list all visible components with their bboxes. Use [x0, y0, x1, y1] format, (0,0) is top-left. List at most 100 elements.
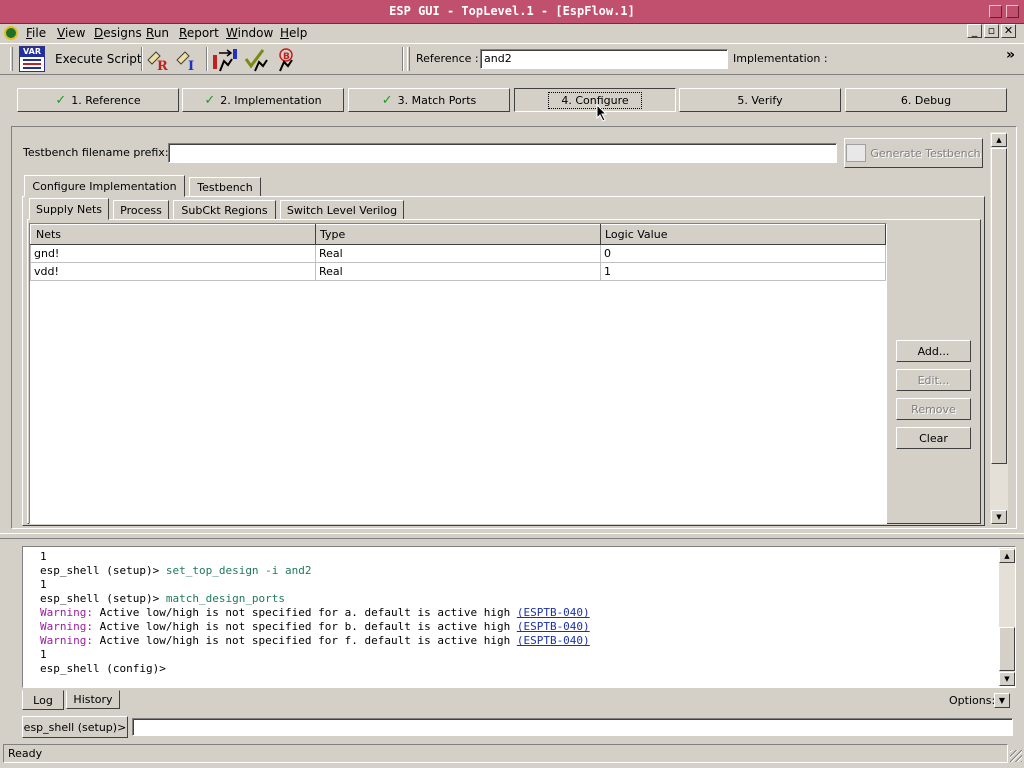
match-ports-icon[interactable]: [212, 47, 238, 73]
svg-text:R: R: [157, 59, 168, 72]
options-label: Options:: [949, 694, 996, 707]
scroll-up-arrow-icon[interactable]: ▲: [999, 549, 1015, 563]
toolbar-grip[interactable]: [407, 47, 410, 71]
configure-check-icon[interactable]: [243, 47, 269, 73]
cell-type: Real: [315, 244, 601, 263]
warning-line: Warning: Active low/high is not specifie…: [40, 606, 590, 619]
cell-logic-value: 0: [600, 244, 886, 263]
warning-code-link[interactable]: (ESPTB-040): [517, 620, 590, 633]
testbench-prefix-input[interactable]: [168, 143, 837, 163]
toolbar-separator: [402, 47, 404, 71]
scroll-thumb[interactable]: [991, 148, 1007, 464]
log-line: esp_shell (config)>: [40, 662, 166, 675]
menu-bar: File View Designs Run Report Window Help: [0, 24, 1024, 43]
add-button[interactable]: Add...: [896, 340, 971, 362]
log-line: 1: [40, 578, 47, 591]
cell-net: gnd!: [30, 244, 316, 263]
warning-code-link[interactable]: (ESPTB-040): [517, 634, 590, 647]
column-header-logic-value[interactable]: Logic Value: [600, 224, 886, 245]
table-row[interactable]: gnd! Real 0: [30, 244, 886, 263]
menu-report[interactable]: Report: [179, 26, 219, 40]
warning-line: Warning: Active low/high is not specifie…: [40, 620, 590, 633]
tab-history[interactable]: History: [66, 690, 120, 709]
reference-field[interactable]: and2: [480, 49, 728, 69]
title-bar: ESP GUI - TopLevel.1 - [EspFlow.1]: [0, 0, 1024, 24]
tab-supply-nets[interactable]: Supply Nets: [29, 198, 109, 220]
debug-icon[interactable]: B: [274, 47, 300, 73]
toolbar-separator: [206, 47, 208, 71]
cell-type: Real: [315, 262, 601, 281]
remove-button[interactable]: Remove: [896, 398, 971, 420]
window-title: ESP GUI - TopLevel.1 - [EspFlow.1]: [389, 4, 635, 18]
log-scroll-thumb[interactable]: [999, 627, 1015, 671]
app-logo-icon[interactable]: [4, 26, 18, 40]
testbench-prefix-label: Testbench filename prefix:: [23, 146, 169, 159]
shade-button[interactable]: [989, 5, 1002, 18]
toolbar-overflow-button[interactable]: »: [1006, 47, 1015, 63]
tab-process[interactable]: Process: [113, 200, 169, 220]
toolbar: VAR Execute Script R I B Reference : and…: [0, 43, 1024, 75]
load-reference-icon[interactable]: R: [146, 48, 170, 74]
log-line: esp_shell (setup)> match_design_ports: [40, 592, 286, 605]
tab-subckt-regions[interactable]: SubCkt Regions: [173, 200, 276, 220]
scroll-down-arrow-icon[interactable]: ▼: [999, 672, 1015, 686]
resize-grip-icon[interactable]: [1010, 750, 1022, 762]
step-implementation-button[interactable]: ✓ 2. Implementation: [182, 88, 344, 112]
options-dropdown-icon[interactable]: ▼: [994, 693, 1010, 708]
execute-script-button[interactable]: Execute Script: [55, 52, 142, 66]
tab-configure-implementation[interactable]: Configure Implementation: [24, 175, 185, 197]
menu-help[interactable]: Help: [280, 26, 307, 40]
shell-prompt-button[interactable]: esp_shell (setup)>: [22, 716, 128, 738]
generate-testbench-button[interactable]: Generate Testbench: [844, 138, 983, 168]
svg-text:I: I: [188, 59, 194, 72]
column-header-nets[interactable]: Nets: [30, 224, 316, 245]
table-row[interactable]: vdd! Real 1: [30, 262, 886, 281]
load-implementation-icon[interactable]: I: [175, 48, 199, 74]
step-reference-button[interactable]: ✓ 1. Reference: [17, 88, 179, 112]
mdi-restore-button[interactable]: ▫: [984, 24, 999, 38]
check-icon: ✓: [55, 92, 67, 108]
check-icon: ✓: [381, 92, 393, 108]
step-verify-button[interactable]: 5. Verify: [679, 88, 841, 112]
mdi-minimize-button[interactable]: _: [967, 24, 982, 38]
implementation-label: Implementation :: [733, 52, 828, 65]
menu-window[interactable]: Window: [226, 26, 273, 40]
supply-nets-table: Nets Type Logic Value gnd! Real 0 vdd! R…: [29, 223, 887, 524]
clear-button[interactable]: Clear: [896, 427, 971, 449]
column-header-type[interactable]: Type: [315, 224, 601, 245]
toolbar-separator: [141, 47, 143, 71]
step-debug-button[interactable]: 6. Debug: [845, 88, 1007, 112]
scroll-down-arrow-icon[interactable]: ▼: [991, 510, 1007, 524]
reference-label: Reference :: [416, 52, 479, 65]
svg-text:B: B: [283, 52, 290, 62]
status-bar: Ready: [3, 744, 1008, 763]
tab-testbench[interactable]: Testbench: [189, 177, 261, 197]
toolbar-grip[interactable]: [10, 47, 13, 71]
var-icon[interactable]: VAR: [19, 46, 45, 72]
menu-designs[interactable]: Designs: [94, 26, 142, 40]
log-line: 1: [40, 648, 47, 661]
cell-net: vdd!: [30, 262, 316, 281]
tab-log[interactable]: Log: [22, 690, 64, 710]
warning-code-link[interactable]: (ESPTB-040): [517, 606, 590, 619]
log-line: esp_shell (setup)> set_top_design -i and…: [40, 564, 312, 577]
step-match-ports-button[interactable]: ✓ 3. Match Ports: [348, 88, 510, 112]
testbench-icon: [846, 144, 867, 162]
mouse-cursor-icon: [596, 104, 608, 122]
shell-command-input[interactable]: [132, 718, 1013, 736]
menu-file[interactable]: File: [26, 26, 46, 40]
cell-logic-value: 1: [600, 262, 886, 281]
warning-line: Warning: Active low/high is not specifie…: [40, 634, 590, 647]
check-icon: ✓: [204, 92, 216, 108]
log-console[interactable]: 1 esp_shell (setup)> set_top_design -i a…: [22, 546, 1016, 688]
scroll-up-arrow-icon[interactable]: ▲: [991, 133, 1007, 147]
log-line: 1: [40, 550, 47, 563]
step-configure-button[interactable]: 4. Configure: [514, 88, 676, 112]
menu-view[interactable]: View: [57, 26, 85, 40]
window-menu-button[interactable]: [1006, 5, 1019, 18]
tab-switch-level-verilog[interactable]: Switch Level Verilog: [280, 200, 404, 220]
edit-button[interactable]: Edit...: [896, 369, 971, 391]
mdi-close-button[interactable]: ✕: [1001, 24, 1016, 38]
pane-splitter[interactable]: [0, 533, 1024, 539]
menu-run[interactable]: Run: [146, 26, 169, 40]
